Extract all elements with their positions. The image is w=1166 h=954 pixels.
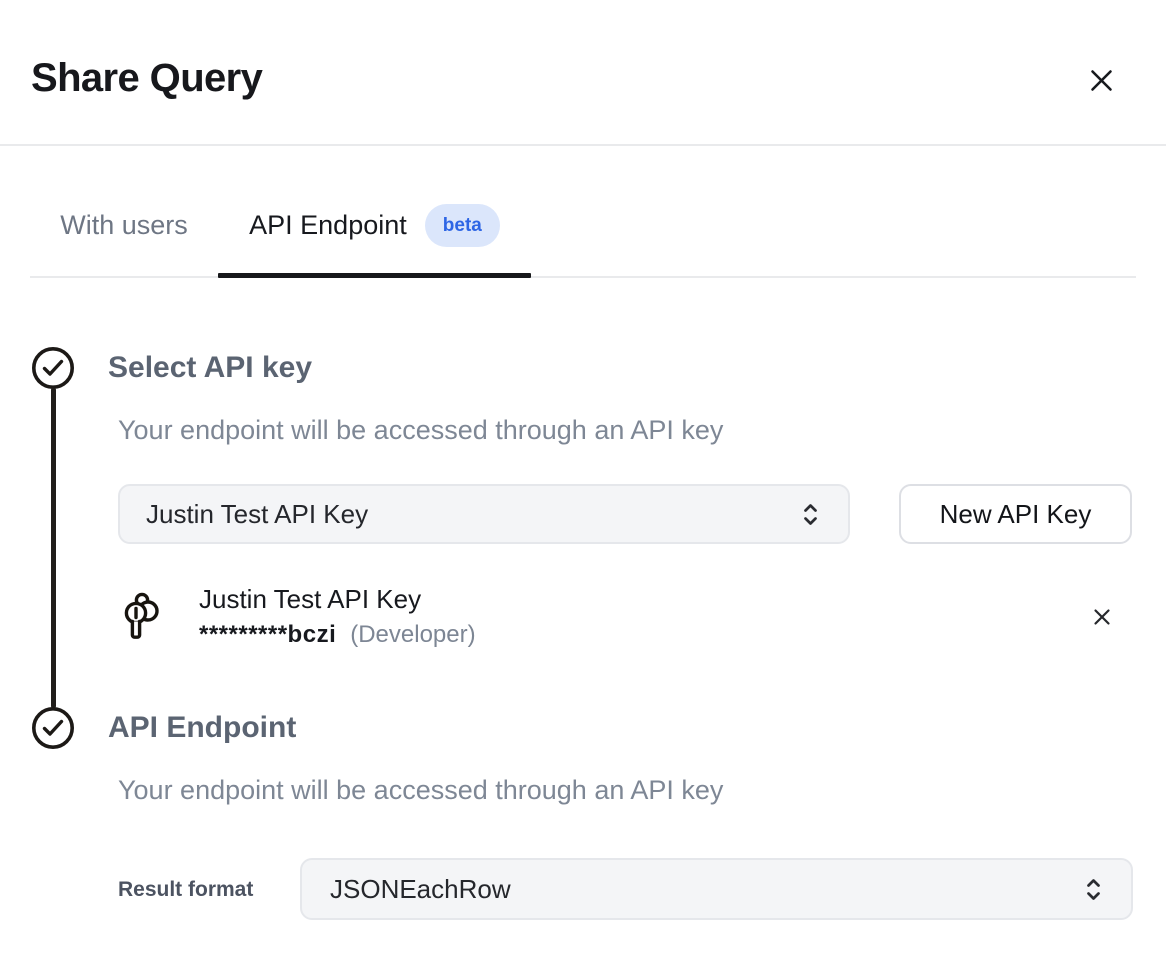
check-icon (31, 706, 75, 750)
step-2-subtitle: Your endpoint will be accessed through a… (118, 773, 723, 807)
check-icon (31, 346, 75, 390)
tabs-baseline (30, 276, 1136, 278)
tab-api-endpoint-label: API Endpoint (249, 212, 407, 239)
selected-key-details: *********bczi (Developer) (199, 620, 476, 650)
new-api-key-button[interactable]: New API Key (899, 484, 1132, 544)
tab-with-users-label: With users (60, 212, 188, 239)
step-1-check (31, 346, 75, 390)
keys-icon (119, 591, 167, 643)
step-1-subtitle: Your endpoint will be accessed through a… (118, 413, 723, 447)
tab-with-users[interactable]: With users (30, 196, 218, 254)
stepper-connector-line (51, 388, 56, 708)
api-key-select-value: Justin Test API Key (146, 501, 801, 527)
remove-key-button[interactable] (1087, 602, 1117, 632)
step-2-check (31, 706, 75, 750)
step-1-title: Select API key (108, 350, 312, 386)
api-key-select[interactable]: Justin Test API Key (118, 484, 850, 544)
header-divider (0, 144, 1166, 146)
selected-key-role: (Developer) (350, 620, 475, 650)
close-icon-small (1092, 607, 1112, 627)
active-tab-indicator (218, 273, 531, 278)
share-query-modal: Share Query With users API Endpoint beta… (0, 0, 1166, 954)
result-format-label: Result format (118, 877, 253, 903)
chevron-updown-icon (1084, 875, 1103, 904)
selected-key-name: Justin Test API Key (199, 583, 421, 615)
close-icon (1088, 67, 1115, 94)
result-format-select[interactable]: JSONEachRow (300, 858, 1133, 920)
keys-icon-wrap (119, 591, 167, 643)
new-api-key-button-label: New API Key (940, 499, 1092, 530)
chevron-updown-icon (801, 500, 820, 529)
tab-api-endpoint[interactable]: API Endpoint beta (218, 196, 531, 254)
selected-key-masked-secret: *********bczi (199, 620, 336, 650)
step-2-title: API Endpoint (108, 710, 296, 746)
result-format-select-value: JSONEachRow (330, 876, 1084, 902)
page-title: Share Query (31, 55, 262, 101)
close-button[interactable] (1082, 61, 1120, 99)
beta-badge: beta (425, 204, 500, 247)
